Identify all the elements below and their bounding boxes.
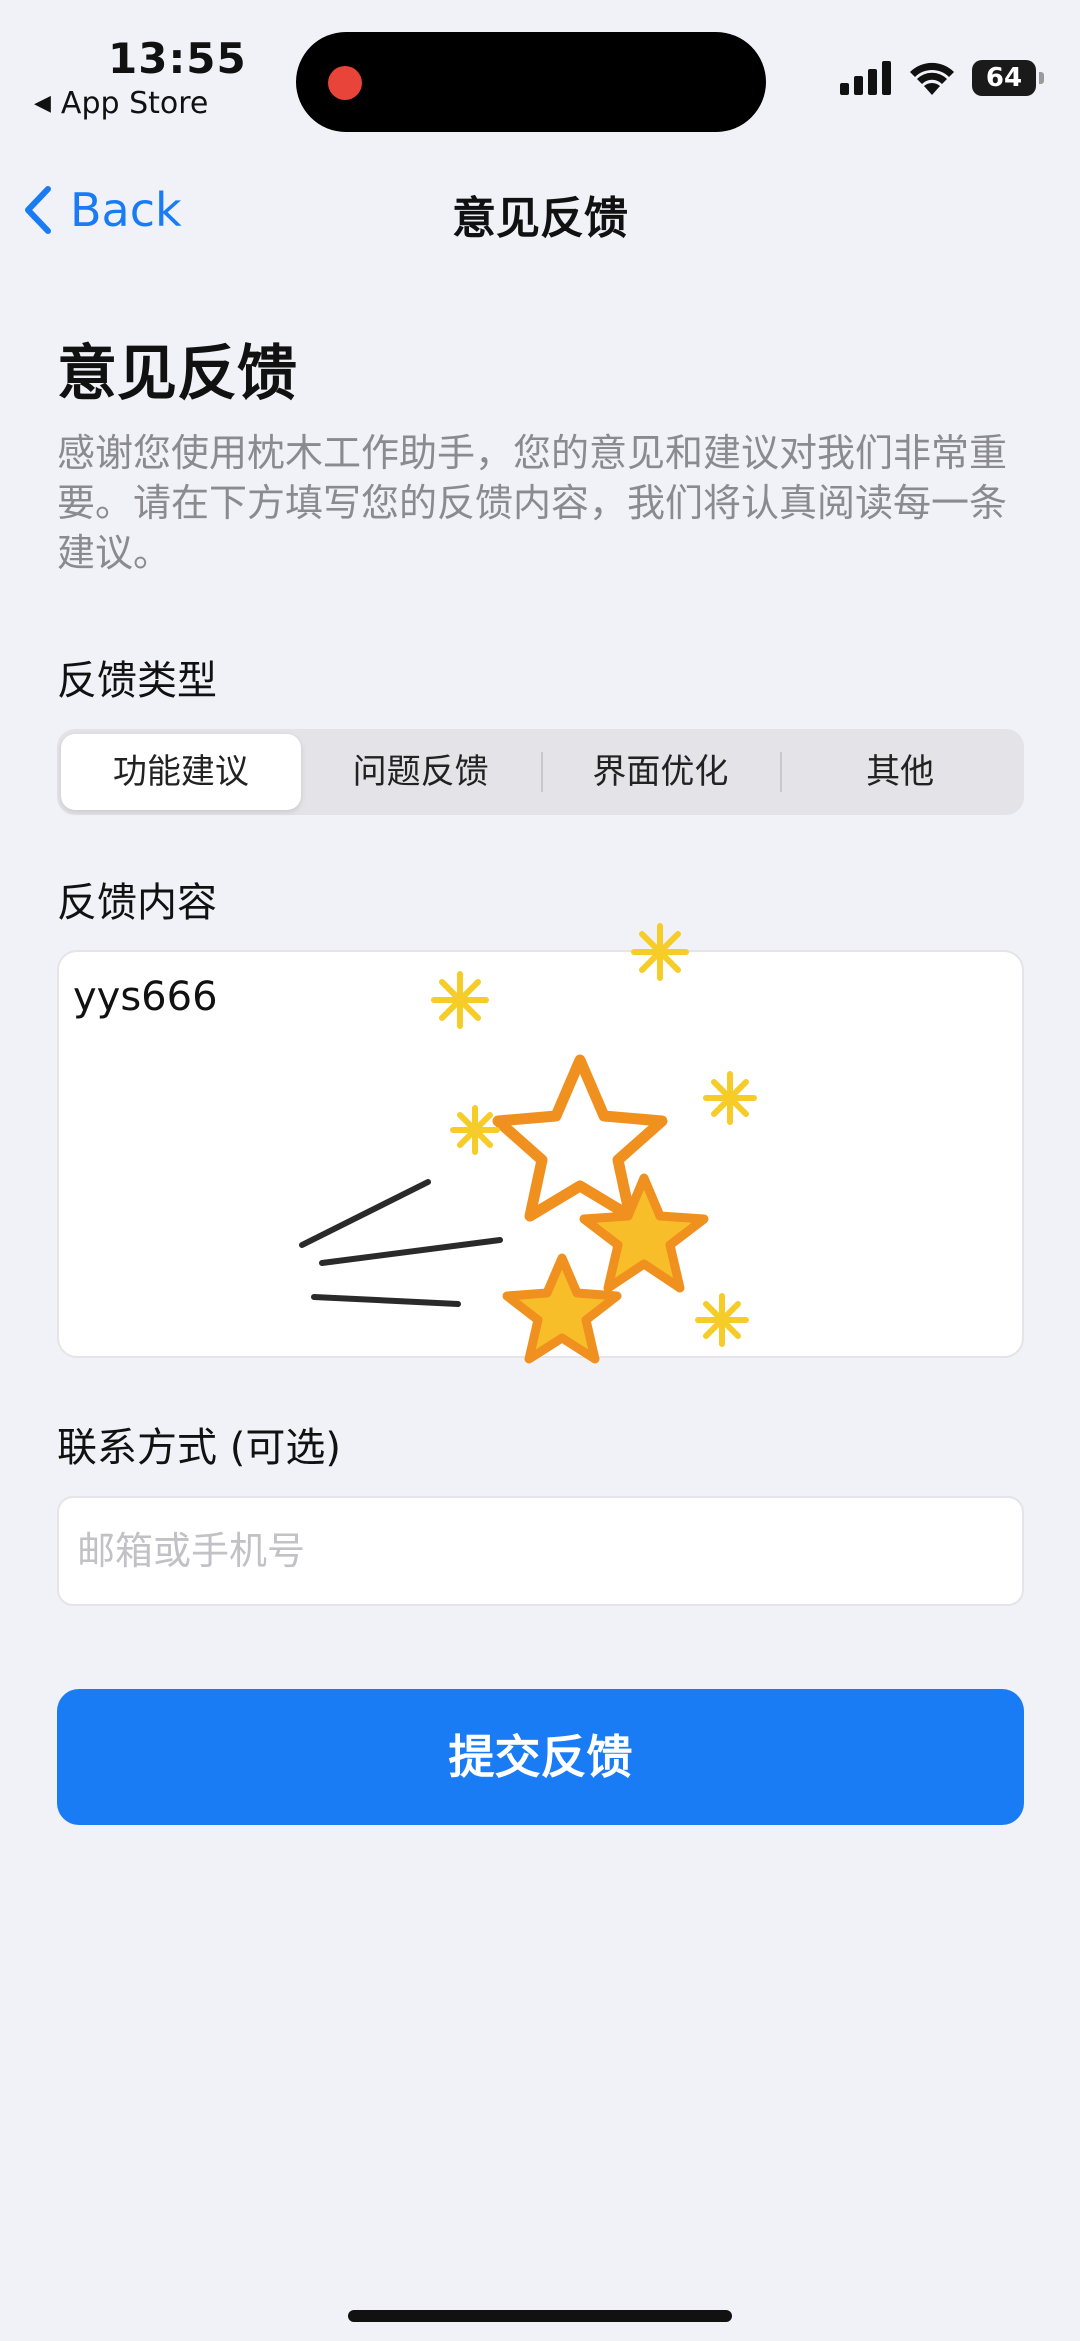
motion-line-icon	[299, 1179, 431, 1248]
segment-ui-improvement[interactable]: 界面优化	[540, 734, 781, 810]
contact-label: 联系方式 (可选)	[57, 1425, 341, 1471]
sparkle-icon	[703, 1071, 757, 1125]
status-time: 13:55	[108, 34, 247, 83]
segment-other[interactable]: 其他	[780, 734, 1020, 810]
battery-icon: 64	[972, 60, 1044, 96]
segment-feature-suggestion[interactable]: 功能建议	[61, 734, 301, 810]
sparkle-icon	[631, 923, 689, 981]
signal-icon	[840, 61, 891, 95]
sparkle-icon	[431, 971, 489, 1029]
recording-indicator-icon	[328, 66, 362, 100]
page-title: 意见反馈	[57, 339, 297, 409]
motion-line-icon	[319, 1237, 503, 1266]
stars-sticker-icon	[299, 923, 757, 1364]
filled-star-icon	[502, 1253, 622, 1364]
feedback-type-segmented-control: 功能建议 问题反馈 界面优化 其他	[57, 729, 1024, 815]
sparkle-icon	[450, 1105, 500, 1155]
back-app-label: App Store	[60, 86, 209, 121]
wifi-icon	[910, 62, 954, 95]
back-to-app-link[interactable]: ◀ App Store	[34, 86, 208, 121]
navigation-bar: Back 意见反馈	[0, 160, 1080, 260]
contact-placeholder: 邮箱或手机号	[77, 1529, 306, 1573]
feedback-content-value: yys666	[73, 974, 218, 1020]
back-triangle-icon: ◀	[34, 91, 51, 116]
battery-level: 64	[985, 63, 1023, 93]
feedback-type-label: 反馈类型	[57, 658, 217, 704]
intro-text: 感谢您使用枕木工作助手，您的意见和建议对我们非常重要。请在下方填写您的反馈内容，…	[57, 431, 1008, 575]
feedback-content-label: 反馈内容	[57, 880, 217, 926]
submit-feedback-button[interactable]: 提交反馈	[57, 1689, 1024, 1825]
dynamic-island	[296, 32, 766, 132]
segment-issue-report[interactable]: 问题反馈	[301, 734, 541, 810]
nav-title: 意见反馈	[452, 193, 628, 244]
motion-line-icon	[311, 1294, 461, 1307]
status-icons: 64	[840, 58, 1044, 98]
home-indicator[interactable]	[348, 2310, 732, 2322]
contact-input[interactable]: 邮箱或手机号	[57, 1496, 1024, 1606]
status-bar: 13:55 ◀ App Store 64	[0, 0, 1080, 150]
sparkle-icon	[695, 1293, 749, 1347]
